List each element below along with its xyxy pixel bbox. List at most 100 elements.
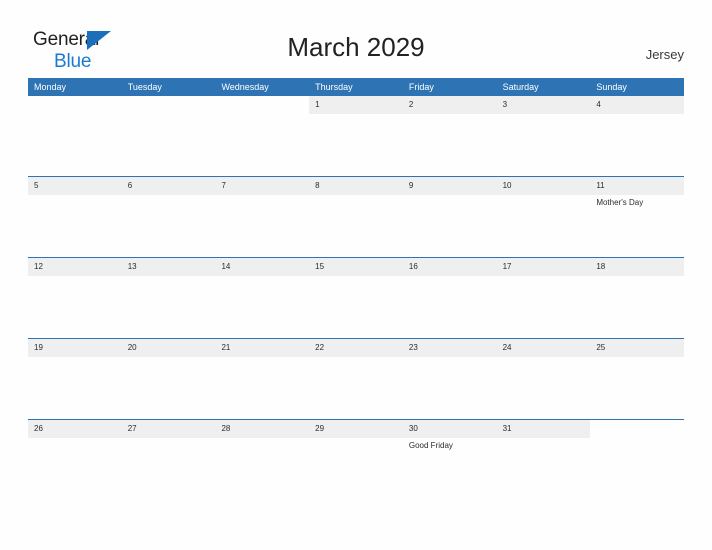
day-number-band: 17 <box>496 258 591 276</box>
day-number-band: 25 <box>590 339 685 357</box>
calendar-day-cell[interactable]: 3 <box>496 96 591 176</box>
calendar-day-cell[interactable]: 16 <box>402 258 497 338</box>
calendar-day-cell[interactable]: 22 <box>309 339 403 419</box>
day-number: 6 <box>127 181 133 190</box>
calendar-day-cell[interactable]: 13 <box>121 258 216 338</box>
day-number: 18 <box>596 262 606 271</box>
day-number: 17 <box>502 262 512 271</box>
day-number: 4 <box>596 100 601 109</box>
day-number-band: 11 <box>590 177 685 195</box>
calendar-day-cell-empty <box>215 96 309 176</box>
calendar-day-cell[interactable]: 27 <box>121 420 216 499</box>
calendar-day-cell[interactable]: 20 <box>121 339 216 419</box>
day-event-label: Good Friday <box>408 441 453 450</box>
day-number: 13 <box>127 262 137 271</box>
calendar-day-cell[interactable]: 18 <box>590 258 685 338</box>
day-number: 7 <box>221 181 226 190</box>
calendar-day-cell[interactable]: 29 <box>309 420 403 499</box>
day-number-band: 27 <box>121 420 216 438</box>
day-number-band: 10 <box>496 177 591 195</box>
calendar-week-row: 5 6 7 8 9 10 11 Mother's Day <box>28 176 685 257</box>
calendar-day-cell[interactable]: 11 Mother's Day <box>590 177 685 257</box>
day-number: 25 <box>596 343 606 352</box>
calendar-day-cell[interactable]: 7 <box>215 177 310 257</box>
day-number: 15 <box>315 262 325 271</box>
day-number-band: 7 <box>215 177 310 195</box>
day-number-band: 29 <box>309 420 403 438</box>
day-number-band: 4 <box>590 96 685 114</box>
calendar-day-cell[interactable]: 25 <box>590 339 685 419</box>
day-number-band: 18 <box>590 258 685 276</box>
day-number-band: 30 <box>402 420 497 438</box>
day-number-band <box>122 96 216 114</box>
calendar-day-cell[interactable]: 1 <box>309 96 403 176</box>
day-event-label: Mother's Day <box>596 198 644 207</box>
calendar-day-cell[interactable]: 21 <box>215 339 310 419</box>
day-number: 14 <box>221 262 231 271</box>
day-number: 19 <box>34 343 43 352</box>
calendar-day-cell[interactable]: 10 <box>496 177 591 257</box>
calendar-day-cell[interactable]: 2 <box>402 96 497 176</box>
calendar-day-cell[interactable]: 17 <box>496 258 591 338</box>
day-number-band: 28 <box>215 420 310 438</box>
day-number: 8 <box>315 181 320 190</box>
day-number: 29 <box>315 424 325 433</box>
calendar-day-cell[interactable]: 8 <box>309 177 403 257</box>
calendar-day-cell[interactable]: 19 <box>28 339 122 419</box>
day-number-band: 20 <box>121 339 216 357</box>
day-number: 21 <box>221 343 231 352</box>
day-number-band: 23 <box>402 339 497 357</box>
calendar-day-cell[interactable]: 12 <box>28 258 122 338</box>
weekday-header-friday: Friday <box>408 82 434 92</box>
calendar-day-cell[interactable]: 14 <box>215 258 310 338</box>
day-number-band: 9 <box>402 177 497 195</box>
calendar-day-cell[interactable]: 6 <box>121 177 216 257</box>
weekday-header-thursday: Thursday <box>315 82 353 92</box>
day-number-band: 6 <box>121 177 216 195</box>
day-number: 31 <box>502 424 512 433</box>
calendar-day-cell-empty <box>590 420 684 499</box>
day-number-band: 3 <box>496 96 591 114</box>
day-number: 26 <box>34 424 43 433</box>
calendar-day-cell[interactable]: 24 <box>496 339 591 419</box>
calendar-page: General Blue March 2029 Jersey Monday Tu… <box>0 0 712 550</box>
calendar-day-cell[interactable]: 31 <box>496 420 591 499</box>
weekday-header-sunday: Sunday <box>596 82 627 92</box>
calendar-day-cell-empty <box>122 96 216 176</box>
calendar-day-cell[interactable]: 28 <box>215 420 310 499</box>
calendar-day-cell[interactable]: 15 <box>309 258 403 338</box>
calendar-day-cell[interactable]: 9 <box>402 177 497 257</box>
day-number-band: 15 <box>309 258 403 276</box>
day-number: 16 <box>408 262 418 271</box>
day-number-band <box>28 96 122 114</box>
day-number: 24 <box>502 343 512 352</box>
day-number-band: 12 <box>28 258 122 276</box>
day-number: 5 <box>34 181 39 190</box>
region-label: Jersey <box>645 47 684 62</box>
calendar-day-cell[interactable]: 26 <box>28 420 122 499</box>
calendar-day-cell[interactable]: 30 Good Friday <box>402 420 497 499</box>
calendar-day-cell[interactable]: 4 <box>590 96 685 176</box>
day-number: 2 <box>408 100 414 109</box>
day-number: 12 <box>34 262 43 271</box>
day-number: 20 <box>127 343 137 352</box>
day-events: Good Friday <box>403 438 497 451</box>
weekday-header-wednesday: Wednesday <box>221 82 269 92</box>
day-number-band: 19 <box>28 339 122 357</box>
day-number: 10 <box>502 181 512 190</box>
calendar-week-row: 26 27 28 29 30 Good Friday 31 <box>28 419 684 499</box>
calendar-day-cell[interactable]: 23 <box>402 339 497 419</box>
day-number-band <box>590 420 684 438</box>
day-number-band: 16 <box>402 258 497 276</box>
day-number-band: 13 <box>121 258 216 276</box>
calendar-week-row: 12 13 14 15 16 17 18 <box>28 257 685 338</box>
page-title: March 2029 <box>287 32 425 62</box>
calendar-week-row: 19 20 21 22 23 24 25 <box>28 338 685 419</box>
day-number-band: 14 <box>215 258 310 276</box>
calendar-table: Monday Tuesday Wednesday Thursday Friday… <box>28 78 685 499</box>
calendar-weeks: 1 2 3 4 5 6 7 8 9 10 11 Mother's Day 12 13 14 15 16 17 18 1… <box>28 96 685 499</box>
weekday-header-tuesday: Tuesday <box>127 82 162 92</box>
day-number: 28 <box>221 424 231 433</box>
calendar-day-cell[interactable]: 5 <box>28 177 122 257</box>
weekday-header-saturday: Saturday <box>502 82 539 92</box>
